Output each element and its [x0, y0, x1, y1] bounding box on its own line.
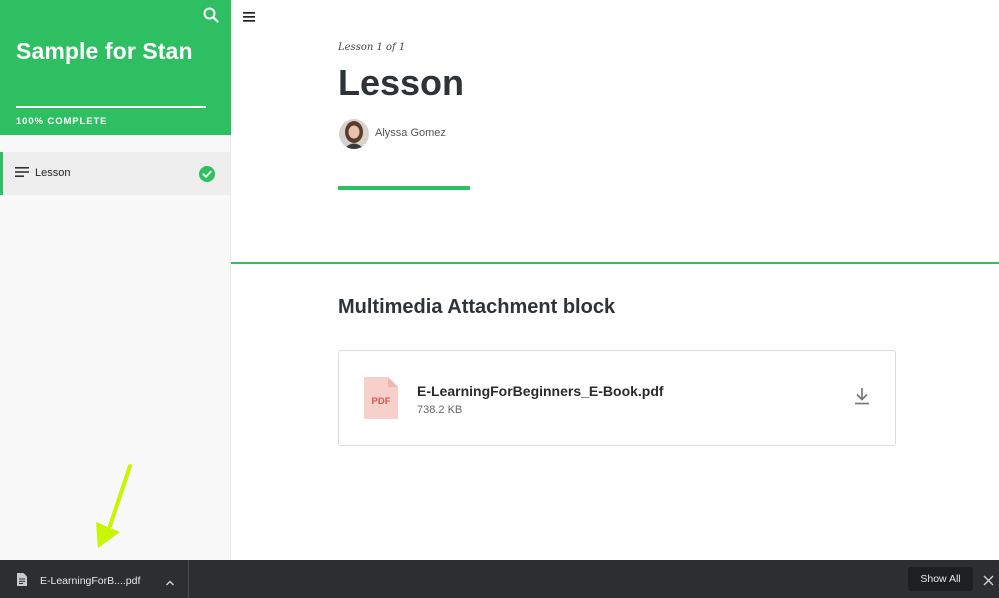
sidebar-item-label: Lesson: [35, 167, 71, 179]
app-root: Sample for Stan 100% COMPLETE Lesson Les…: [0, 0, 999, 598]
sidebar-header: Sample for Stan 100% COMPLETE: [0, 0, 231, 135]
block-title: Multimedia Attachment block: [338, 296, 616, 318]
search-icon[interactable]: [203, 7, 219, 23]
course-progress-bar: [16, 106, 206, 108]
show-all-button[interactable]: Show All: [908, 567, 973, 591]
close-icon[interactable]: [983, 573, 994, 586]
author-avatar: [339, 119, 369, 149]
download-file-name: E-LearningForB....pdf: [40, 575, 141, 587]
attachment-file-size: 738.2 KB: [417, 404, 463, 416]
download-bar: E-LearningForB....pdf Show All: [0, 560, 999, 598]
attachment-file-name[interactable]: E-LearningForBeginners_E-Book.pdf: [417, 383, 664, 399]
course-title: Sample for Stan: [16, 38, 193, 64]
download-item[interactable]: E-LearningForB....pdf: [0, 560, 189, 598]
download-icon[interactable]: [853, 386, 871, 406]
section-divider: [231, 262, 999, 264]
pdf-file-icon: PDF: [364, 377, 398, 419]
course-progress-fill: [16, 106, 206, 108]
chevron-up-icon[interactable]: [165, 574, 175, 586]
file-icon: [17, 573, 27, 586]
pdf-type-label: PDF: [372, 396, 391, 407]
progress-label: 100% COMPLETE: [16, 116, 108, 127]
lesson-title: Lesson: [338, 62, 465, 103]
lesson-counter: Lesson 1 of 1: [338, 42, 406, 53]
sidebar-item-lesson[interactable]: Lesson: [0, 152, 230, 195]
title-underline: [338, 186, 470, 190]
annotation-arrow-icon: [90, 462, 140, 552]
lines-icon: [15, 166, 31, 178]
hamburger-menu-icon[interactable]: [242, 10, 258, 24]
attachment-card: PDF E-LearningForBeginners_E-Book.pdf 73…: [338, 350, 896, 446]
author-name: Alyssa Gomez: [375, 127, 446, 139]
check-circle-icon: [199, 166, 215, 182]
